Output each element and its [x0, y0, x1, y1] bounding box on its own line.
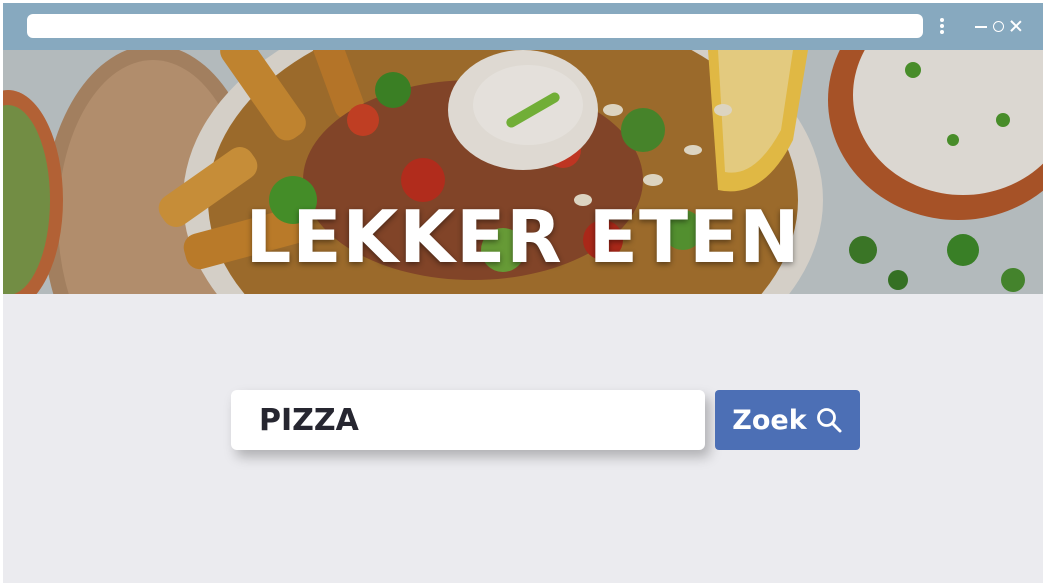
close-icon[interactable] [1010, 20, 1022, 32]
maximize-icon[interactable] [993, 20, 1004, 32]
search-button[interactable]: Zoek [715, 390, 860, 450]
browser-window: LEKKER ETEN Zoek [3, 3, 1043, 583]
search-icon [816, 408, 842, 433]
kebab-menu-icon[interactable] [935, 16, 949, 36]
search-input[interactable] [231, 390, 705, 450]
page-title: LEKKER ETEN [245, 195, 801, 279]
search-button-label: Zoek [732, 404, 807, 436]
title-bar [3, 3, 1043, 50]
hero-banner: LEKKER ETEN [3, 50, 1043, 294]
minimize-icon[interactable] [975, 20, 987, 32]
window-controls [975, 18, 1022, 34]
address-bar[interactable] [27, 14, 923, 38]
